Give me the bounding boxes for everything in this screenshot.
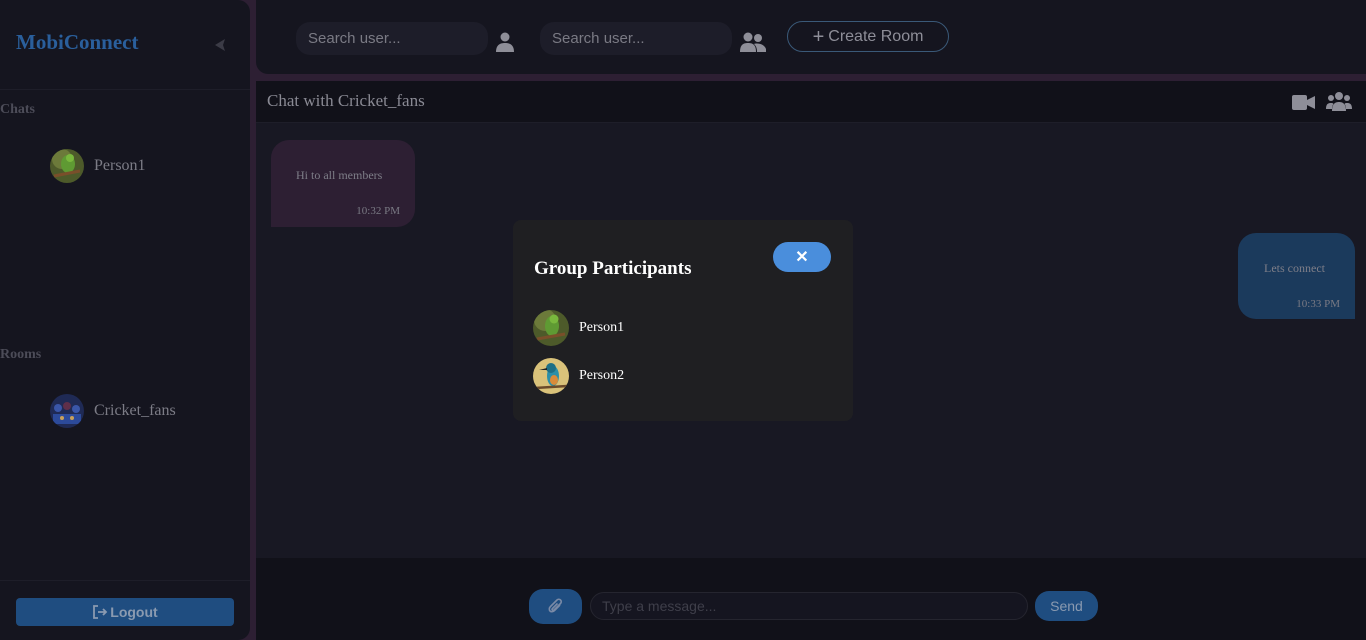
chat-title: Chat with Cricket_fans (267, 91, 425, 110)
message-text: Hi to all members (296, 168, 383, 182)
participant-name: Person2 (579, 368, 625, 383)
chats-section-label: Chats (0, 102, 36, 117)
chat-header: Chat with Cricket_fans (256, 81, 1366, 123)
create-room-button[interactable]: + Create Room (787, 21, 949, 52)
sidebar-chat-label: Person1 (94, 157, 146, 174)
brand-logo: MobiConnect (16, 30, 139, 54)
message-text: Lets connect (1264, 261, 1325, 275)
participant-item: Person2 (533, 358, 624, 394)
attach-button[interactable] (529, 589, 582, 624)
sidebar-room-label: Cricket_fans (94, 402, 176, 419)
parrot-avatar (533, 310, 569, 346)
message-bubble-outgoing: Lets connect 10:33 PM (1238, 233, 1355, 319)
message-time: 10:32 PM (356, 205, 400, 217)
create-room-label: Create Room (828, 27, 924, 45)
sidebar-footer: Logout (0, 580, 250, 640)
composer: Send (256, 558, 1366, 640)
participant-item: Person1 (533, 310, 624, 346)
close-modal-button[interactable]: ✕ (773, 242, 831, 272)
search-group-input[interactable] (540, 22, 732, 55)
logout-button[interactable]: Logout (16, 598, 234, 626)
message-time: 10:33 PM (1296, 298, 1340, 310)
sidebar-room-cricket-fans[interactable]: Cricket_fans (50, 393, 230, 429)
participant-name: Person1 (579, 320, 625, 335)
parrot-avatar (50, 149, 84, 183)
message-bubble-incoming: Hi to all members 10:32 PM (271, 140, 415, 227)
plus-icon: + (812, 25, 825, 48)
message-input[interactable] (590, 592, 1028, 620)
top-bar: + Create Room (256, 0, 1366, 74)
group-participants-modal: Group Participants ✕ Person1 Person2 (513, 220, 853, 421)
group-participants-icon[interactable] (1326, 92, 1352, 111)
modal-title: Group Participants (534, 258, 692, 279)
sidebar: MobiConnect Chats Person1 Rooms Cricket_… (0, 0, 250, 640)
search-user-input[interactable] (296, 22, 488, 55)
kingfisher-avatar (533, 358, 569, 394)
cricket-team-avatar (50, 394, 84, 428)
users-icon[interactable] (740, 32, 766, 52)
logout-icon (93, 605, 108, 619)
logout-label: Logout (110, 604, 158, 620)
rooms-section-label: Rooms (0, 347, 42, 362)
send-button[interactable]: Send (1035, 591, 1098, 621)
brand-row: MobiConnect (0, 0, 250, 90)
paperclip-icon (548, 597, 562, 612)
close-icon: ✕ (795, 249, 809, 266)
collapse-sidebar-icon[interactable] (212, 37, 228, 53)
video-call-icon[interactable] (1292, 95, 1315, 110)
user-icon[interactable] (496, 32, 514, 52)
sidebar-chat-person1[interactable]: Person1 (50, 148, 230, 184)
